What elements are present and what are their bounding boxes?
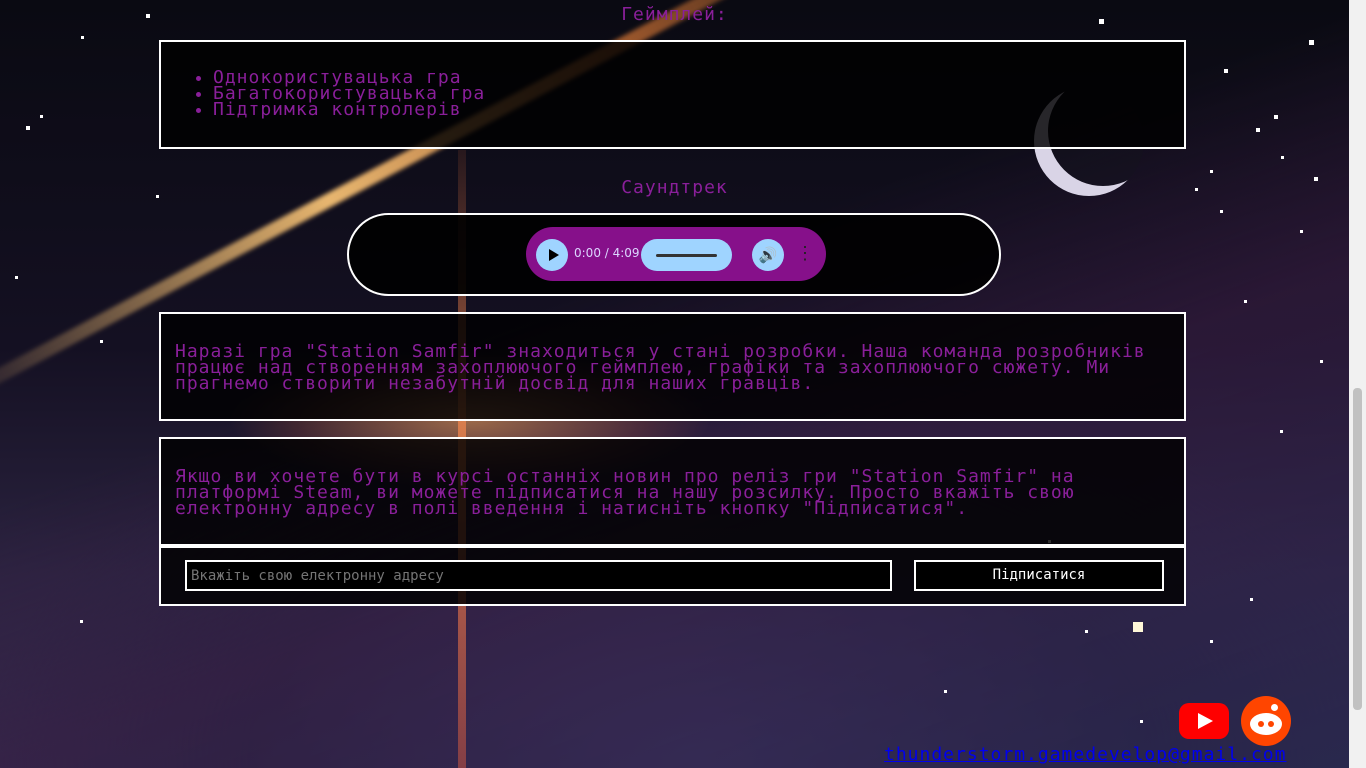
gameplay-heading: Геймплей:: [621, 4, 728, 25]
audio-player: 0:00 / 4:09 🔊 ⋮: [526, 227, 826, 281]
newsletter-text: Якщо ви хочете бути в курсі останніх нов…: [175, 466, 1075, 519]
volume-button[interactable]: 🔊: [752, 239, 784, 271]
reddit-icon[interactable]: [1241, 696, 1291, 746]
email-field[interactable]: [185, 560, 892, 591]
gameplay-panel: Однокористувацька гра Багатокористувацьк…: [159, 40, 1186, 149]
status-text: Наразі гра "Station Samfir" знаходиться …: [175, 341, 1146, 394]
contact-email-link[interactable]: thunderstorm.gamedevelop@gmail.com: [884, 744, 1286, 765]
scrollbar[interactable]: [1349, 0, 1366, 768]
speaker-icon: 🔊: [758, 246, 778, 264]
audio-panel: 0:00 / 4:09 🔊 ⋮: [347, 213, 1001, 296]
subscribe-form: Підписатися: [159, 546, 1186, 606]
soundtrack-heading: Саундтрек: [621, 177, 728, 198]
newsletter-panel: Якщо ви хочете бути в курсі останніх нов…: [159, 437, 1186, 546]
scrollbar-thumb[interactable]: [1353, 388, 1362, 710]
audio-time: 0:00 / 4:09: [574, 246, 640, 260]
subscribe-button[interactable]: Підписатися: [914, 560, 1164, 591]
list-item: Підтримка контролерів: [213, 101, 1184, 119]
youtube-icon[interactable]: [1179, 703, 1229, 739]
status-panel: Наразі гра "Station Samfir" знаходиться …: [159, 312, 1186, 421]
reddit-face: [1250, 713, 1282, 735]
audio-seek-slider[interactable]: [641, 239, 732, 271]
play-button[interactable]: [536, 239, 568, 271]
gameplay-list: Однокористувацька гра Багатокористувацьк…: [161, 69, 1184, 119]
more-options-icon[interactable]: ⋮: [796, 241, 814, 267]
reddit-antenna: [1271, 704, 1278, 711]
